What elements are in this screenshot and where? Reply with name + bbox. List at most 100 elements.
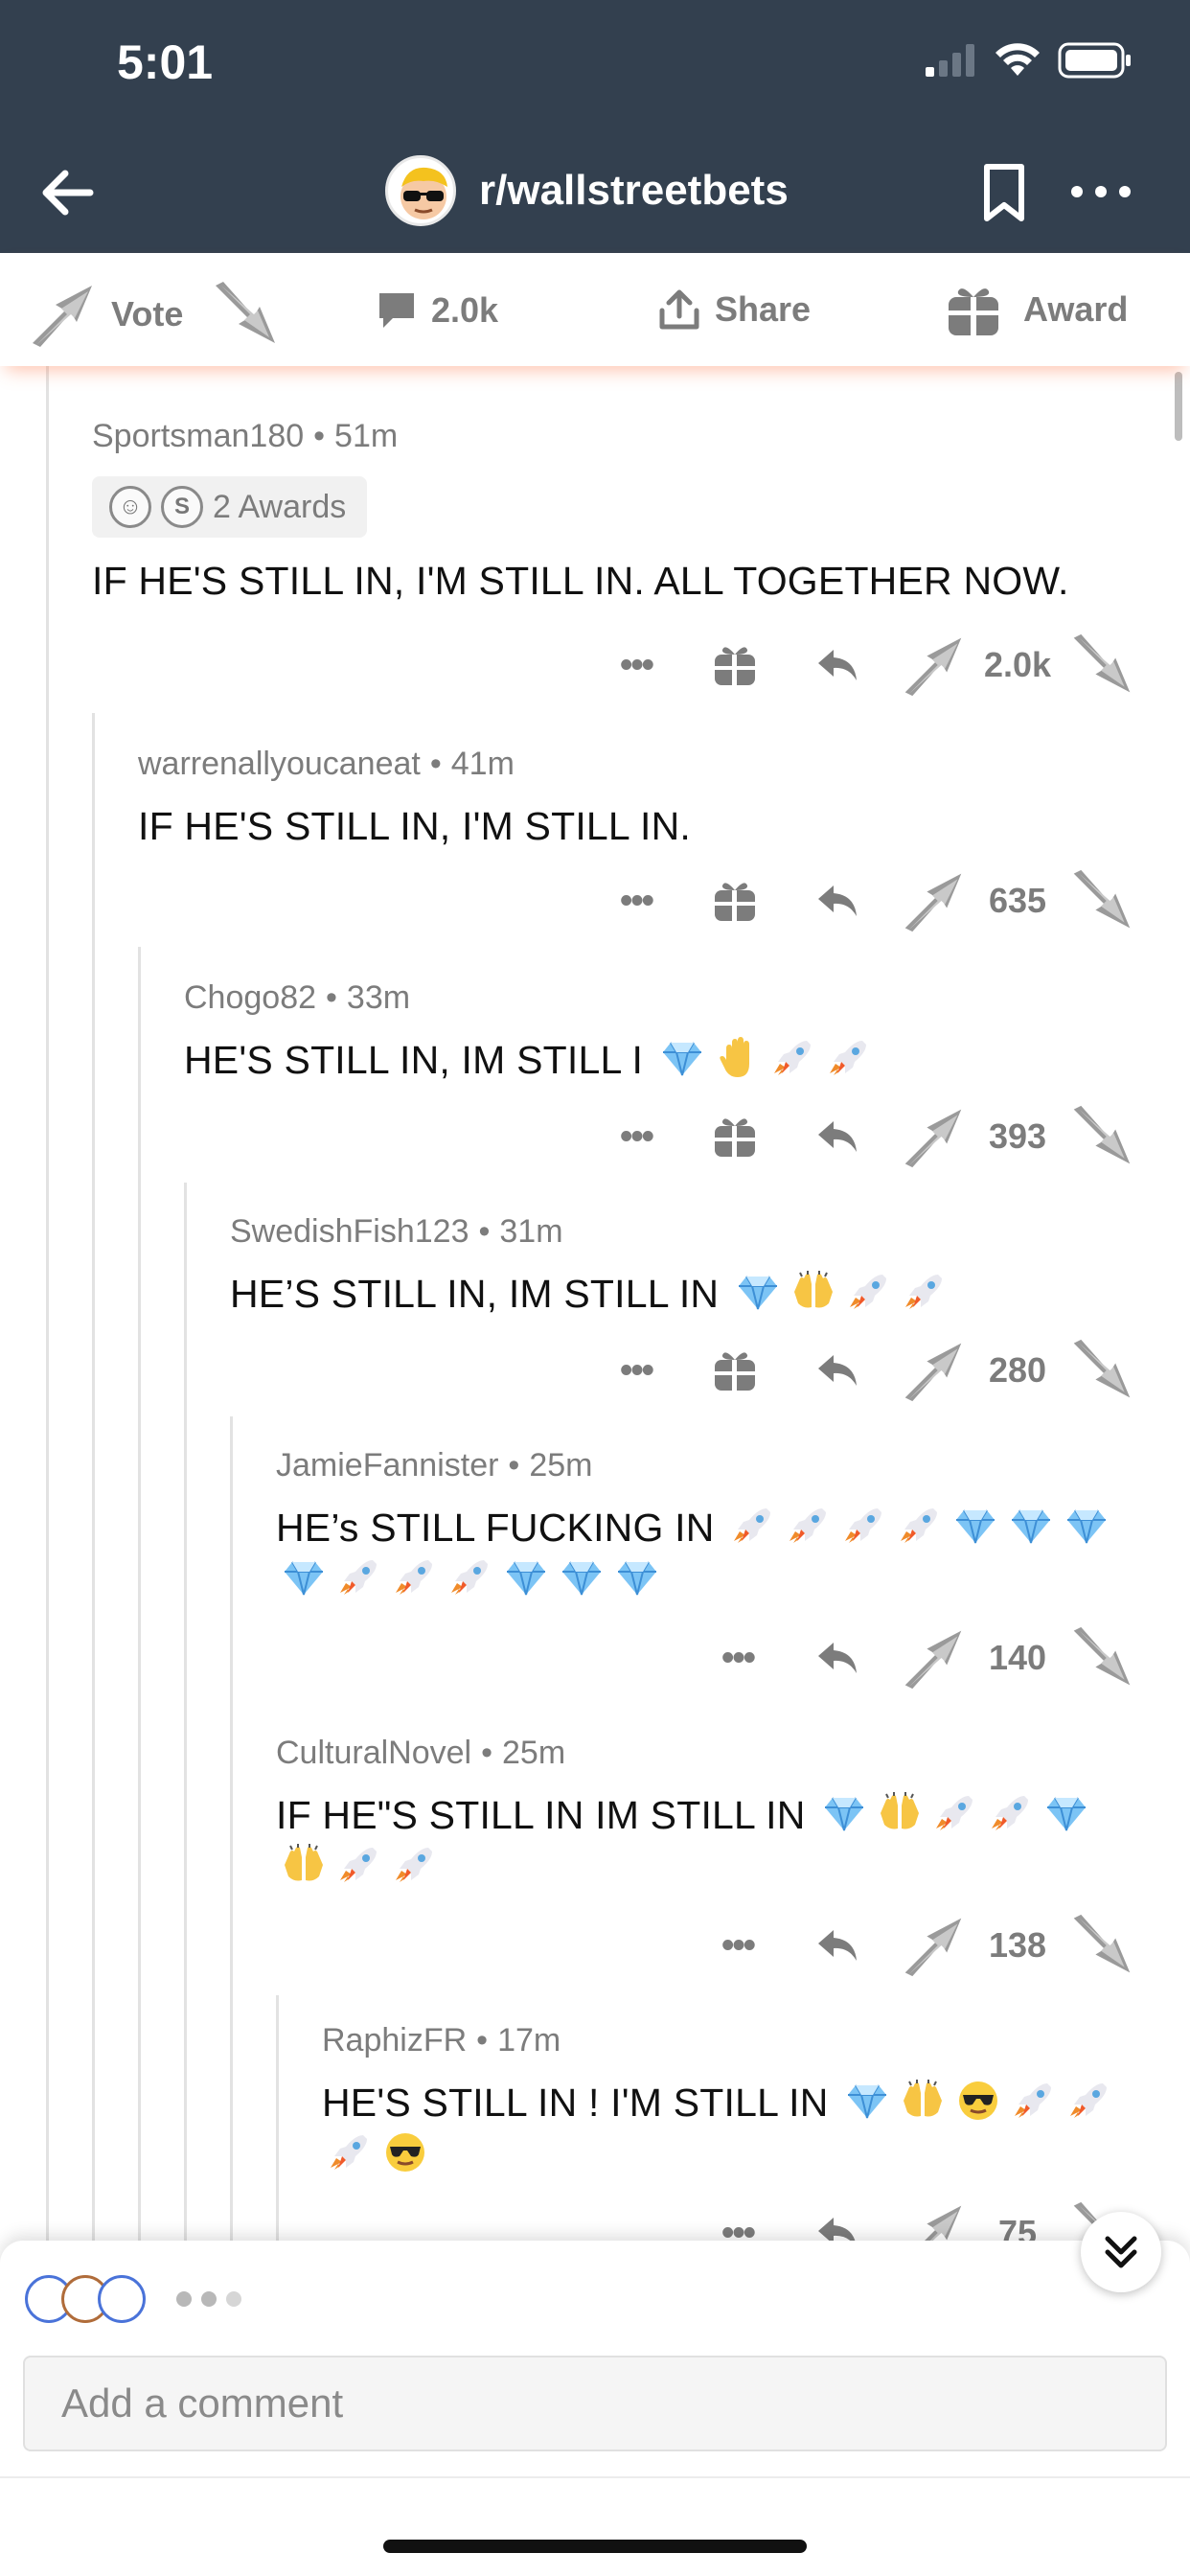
thread-line	[46, 366, 49, 2241]
comment-author[interactable]: CulturalNovel	[276, 1735, 471, 1771]
comment-actions: ••• 75	[719, 2198, 1136, 2241]
more-icon[interactable]: •••	[719, 1925, 757, 1966]
share-icon	[659, 289, 699, 330]
comment-thread: Sportsman180 • 51m ☺ S 2 Awards IF HE'S ST…	[0, 366, 1190, 2241]
diamond-emoji-icon	[1043, 1790, 1089, 1836]
home-indicator[interactable]	[383, 2540, 807, 2553]
comment-text: HE’s STILL FUCKING IN	[276, 1506, 715, 1550]
downvote-icon[interactable]	[1067, 1104, 1136, 1169]
comment: warrenallyoucaneat • 41m IF HE'S STILL IN,…	[138, 746, 1163, 852]
comment-age: 41m	[450, 746, 515, 782]
gift-icon[interactable]	[713, 1348, 757, 1392]
diamond-emoji-icon	[1008, 1503, 1054, 1549]
bookmark-icon[interactable]	[977, 161, 1031, 224]
reply-icon[interactable]	[814, 1926, 860, 1965]
comment-body: IF HE'S STILL IN, I'M STILL IN.	[138, 800, 1163, 852]
more-icon[interactable]: •••	[617, 645, 655, 686]
upvote-icon[interactable]	[899, 1338, 968, 1403]
upvote-icon[interactable]	[27, 280, 98, 349]
reply-icon[interactable]	[814, 1351, 860, 1390]
rocket-emoji-icon	[897, 1503, 943, 1549]
diamond-emoji-icon	[952, 1503, 998, 1549]
more-icon[interactable]: •••	[617, 1116, 655, 1158]
downvote-icon[interactable]	[1067, 868, 1136, 933]
upvote-icon[interactable]	[899, 1913, 968, 1978]
gift-icon[interactable]	[713, 643, 757, 687]
comments-button[interactable]: 2.0k	[376, 289, 498, 332]
emoji-row	[730, 1269, 952, 1316]
comment: SwedishFish123 • 31m HE’S STILL IN, IM STI…	[230, 1213, 1164, 1320]
comment-author[interactable]: JamieFannister	[276, 1447, 498, 1484]
comment-icon	[379, 293, 414, 328]
gift-icon[interactable]	[713, 1115, 757, 1159]
comment-score: 393	[988, 1116, 1047, 1156]
comment: Chogo82 • 33m HE'S STILL IN, IM STILL I	[184, 979, 1161, 1086]
downvote-icon[interactable]	[1067, 1625, 1136, 1690]
comment-author[interactable]: warrenallyoucaneat	[138, 746, 421, 782]
upvote-icon[interactable]	[899, 1625, 968, 1690]
downvote-icon[interactable]	[1067, 1913, 1136, 1978]
downvote-icon[interactable]	[1067, 1338, 1136, 1403]
award-face-icon: ☺	[109, 486, 151, 528]
upvote-icon[interactable]	[899, 1104, 968, 1169]
rocket-emoji-icon	[1011, 2078, 1057, 2124]
comment-score: 2.0k	[983, 645, 1052, 684]
status-bar: 5:01	[0, 0, 1190, 130]
subreddit-avatar	[385, 155, 456, 226]
share-button[interactable]: Share	[657, 288, 811, 332]
comment-meta: JamieFannister • 25m	[276, 1447, 593, 1484]
hands-emoji-icon	[877, 1790, 923, 1836]
scroll-indicator[interactable]	[1175, 372, 1182, 441]
subreddit-header[interactable]: r/wallstreetbets	[385, 155, 789, 226]
award-button[interactable]: Award	[947, 282, 1128, 337]
rocket-emoji-icon	[336, 1842, 382, 1888]
back-arrow-icon[interactable]	[34, 159, 102, 226]
awards-badge[interactable]: ☺ S 2 Awards	[92, 476, 368, 538]
upvote-icon[interactable]	[899, 2200, 968, 2241]
rocket-emoji-icon	[932, 1790, 978, 1836]
battery-icon	[1058, 42, 1131, 79]
add-comment-input[interactable]: Add a comment	[23, 2356, 1167, 2451]
diamond-emoji-icon	[614, 1554, 660, 1600]
rocket-emoji-icon	[730, 1503, 776, 1549]
comment-author[interactable]: Chogo82	[184, 979, 316, 1016]
comment-meta: RaphizFR • 17m	[322, 2022, 561, 2058]
rocket-emoji-icon	[447, 1554, 493, 1600]
rocket-emoji-icon	[770, 1035, 816, 1081]
upvote-icon[interactable]	[899, 868, 968, 933]
comment-meta: Chogo82 • 33m	[184, 979, 411, 1016]
comment-meta: warrenallyoucaneat • 41m	[138, 746, 515, 782]
comment-author[interactable]: Sportsman180	[92, 418, 304, 454]
comment-body: HE'S STILL IN, IM STILL I	[184, 1034, 1161, 1086]
reply-icon[interactable]	[814, 882, 860, 920]
more-icon[interactable]: •••	[617, 881, 655, 922]
comment-score: 138	[988, 1925, 1047, 1965]
comment-meta: SwedishFish123 • 31m	[230, 1213, 563, 1250]
next-comment-button[interactable]	[1081, 2212, 1161, 2292]
comment: Sportsman180 • 51m ☺ S 2 Awards IF HE'S ST…	[92, 418, 1165, 607]
comment-age: 31m	[499, 1213, 563, 1250]
reply-icon[interactable]	[814, 1117, 860, 1156]
awards-count: 2 Awards	[213, 488, 347, 525]
comment-composer-panel: Add a comment	[0, 2241, 1190, 2576]
reply-icon[interactable]	[814, 1639, 860, 1677]
comment-author[interactable]: SwedishFish123	[230, 1213, 469, 1250]
downvote-icon[interactable]	[1067, 632, 1136, 698]
diamond-emoji-icon	[281, 1554, 327, 1600]
downvote-icon[interactable]	[210, 280, 281, 349]
more-icon[interactable]: •••	[719, 2213, 757, 2242]
reply-icon[interactable]	[814, 2214, 860, 2241]
comment-score: 635	[988, 881, 1047, 920]
more-icon[interactable]: •••	[617, 1350, 655, 1392]
comment-author[interactable]: RaphizFR	[322, 2022, 467, 2058]
more-icon[interactable]: •••	[719, 1638, 757, 1679]
reply-icon[interactable]	[814, 646, 860, 684]
gift-icon[interactable]	[713, 879, 757, 923]
comment-age: 17m	[497, 2022, 561, 2058]
comment-body: HE'S STILL IN ! I'M STILL IN	[322, 2077, 1146, 2180]
comment-score: 140	[988, 1638, 1047, 1677]
rocket-emoji-icon	[846, 1269, 892, 1315]
more-options-icon[interactable]	[1067, 172, 1134, 211]
rocket-emoji-icon	[392, 1842, 438, 1888]
upvote-icon[interactable]	[899, 632, 968, 698]
